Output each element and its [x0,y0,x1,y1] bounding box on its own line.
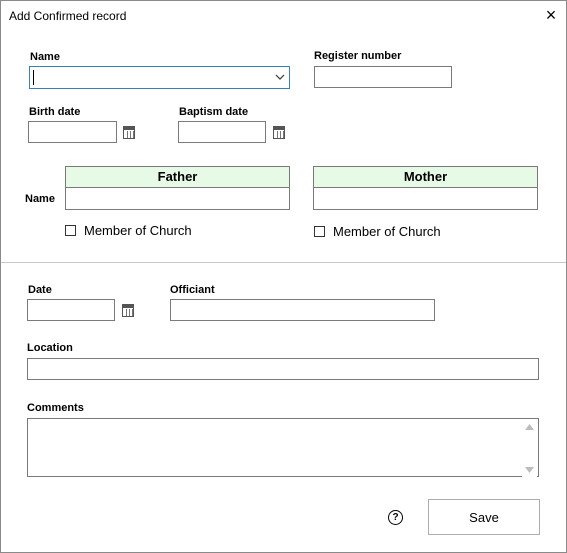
name-label: Name [30,51,60,63]
parents-name-label: Name [25,193,55,205]
location-label: Location [27,342,73,354]
close-icon[interactable]: × [541,5,561,25]
father-header: Father [65,166,290,188]
date-label: Date [28,284,52,296]
calendar-icon[interactable] [122,304,134,317]
save-button[interactable]: Save [428,499,540,535]
officiant-label: Officiant [170,284,215,296]
mother-member-label[interactable]: Member of Church [333,224,441,239]
calendar-icon[interactable] [273,126,285,139]
scroll-up-icon[interactable] [525,424,534,430]
baptism-date-input[interactable] [178,121,266,143]
father-member-label[interactable]: Member of Church [84,223,192,238]
father-member-checkbox[interactable] [65,225,76,236]
section-divider [1,262,566,263]
help-icon[interactable]: ? [388,510,403,525]
mother-member-checkbox[interactable] [314,226,325,237]
window-title: Add Confirmed record [9,9,127,23]
birth-date-input[interactable] [28,121,117,143]
comments-textarea[interactable] [27,418,539,477]
baptism-date-label: Baptism date [179,106,249,118]
father-name-input[interactable] [65,187,290,210]
calendar-icon[interactable] [123,126,135,139]
register-number-input[interactable] [314,66,452,88]
add-confirmed-record-dialog: Add Confirmed record × Name Register num… [0,0,567,553]
comments-label: Comments [27,402,84,414]
officiant-input[interactable] [170,299,435,321]
mother-name-input[interactable] [313,187,538,210]
birth-date-label: Birth date [29,106,81,118]
text-caret [33,70,34,85]
comments-scrollbar[interactable] [522,420,537,477]
date-input[interactable] [27,299,115,321]
scroll-down-icon[interactable] [525,467,534,473]
name-combobox[interactable] [29,66,290,89]
mother-header: Mother [313,166,538,188]
location-input[interactable] [27,358,539,380]
chevron-down-icon[interactable] [275,72,285,82]
register-number-label: Register number [314,50,402,62]
